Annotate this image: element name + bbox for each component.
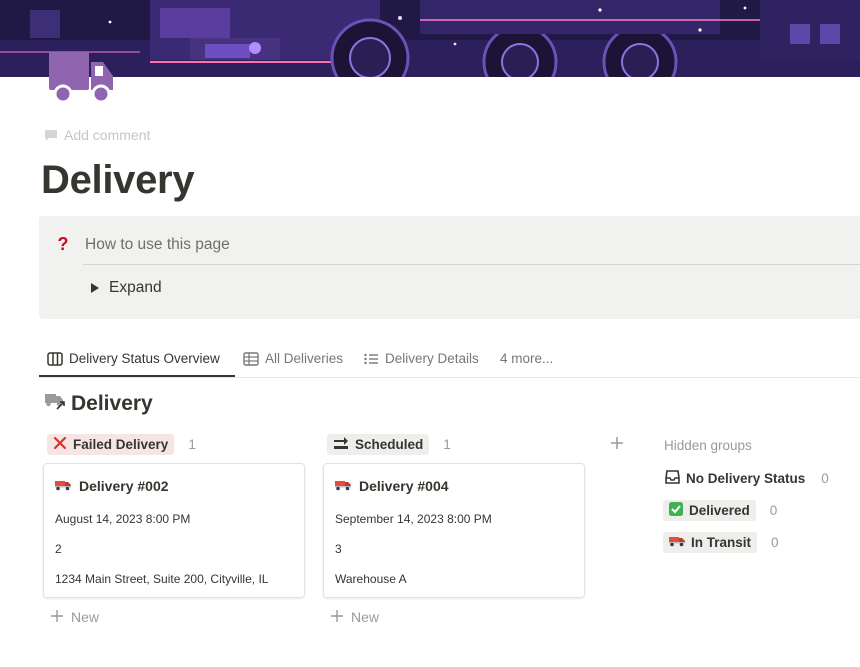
truck-emoji-icon: [335, 478, 351, 494]
add-comment-label: Add comment: [64, 127, 151, 143]
table-icon: [243, 351, 259, 366]
database-title-text: Delivery: [71, 391, 153, 415]
tab-label: Delivery Details: [385, 351, 479, 366]
hidden-groups-title: Hidden groups: [664, 438, 752, 453]
linked-truck-icon: [44, 391, 66, 416]
new-card-label: New: [351, 609, 380, 625]
group-count: 1: [443, 437, 451, 452]
group-count: 1: [188, 437, 196, 452]
comment-icon: [44, 129, 58, 142]
new-card-button[interactable]: New: [51, 609, 99, 625]
new-card-label: New: [71, 609, 100, 625]
tab-delivery-status-overview[interactable]: Delivery Status Overview: [47, 340, 220, 377]
card-title: Delivery #004: [335, 478, 449, 494]
group-header-failed-delivery[interactable]: Failed Delivery 1: [47, 434, 196, 455]
plus-icon: [51, 609, 63, 625]
check-box-icon: [669, 502, 683, 519]
new-card-button[interactable]: New: [331, 609, 379, 625]
triangle-right-icon: [91, 283, 99, 293]
group-header-scheduled[interactable]: Scheduled 1: [327, 434, 451, 455]
view-tabs: Delivery Status Overview All Deliveries …: [39, 340, 860, 378]
add-comment-button[interactable]: Add comment: [44, 127, 150, 143]
x-icon: [53, 436, 67, 453]
status-badge: Delivered: [663, 500, 756, 521]
card-title-text: Delivery #004: [359, 478, 449, 494]
status-badge: Scheduled: [327, 434, 430, 455]
callout-block: ? How to use this page Expand: [39, 216, 860, 319]
active-tab-indicator: [39, 375, 235, 377]
expand-toggle-label: Expand: [109, 279, 162, 296]
hidden-group-delivered[interactable]: Delivered 0: [663, 500, 777, 521]
tab-label: All Deliveries: [265, 351, 344, 366]
list-icon: [364, 353, 379, 365]
board-icon: [47, 351, 63, 366]
question-icon: ?: [57, 234, 69, 254]
card-title-text: Delivery #002: [79, 478, 169, 494]
hidden-group-in-transit[interactable]: In Transit 0: [663, 532, 779, 553]
inbox-icon: [665, 470, 680, 487]
add-group-button[interactable]: [608, 434, 626, 452]
card-title: Delivery #002: [55, 478, 169, 494]
tab-all-deliveries[interactable]: All Deliveries: [243, 340, 343, 377]
truck-emoji-icon: [669, 535, 685, 550]
card-quantity: 2: [55, 542, 62, 556]
callout-divider: [83, 264, 860, 265]
status-badge: No Delivery Status: [663, 468, 807, 489]
hidden-group-label: No Delivery Status: [686, 471, 806, 486]
status-badge: Failed Delivery: [47, 434, 175, 455]
status-badge-label: Failed Delivery: [73, 437, 169, 452]
card-date: August 14, 2023 8:00 PM: [55, 512, 191, 526]
cover-image: [0, 0, 860, 77]
truck-icon[interactable]: [47, 50, 115, 104]
plus-icon: [331, 609, 343, 625]
status-badge: In Transit: [663, 532, 758, 553]
card-location: Warehouse A: [335, 572, 407, 586]
page-title: Delivery: [41, 158, 195, 202]
hidden-group-label: In Transit: [691, 535, 752, 550]
soon-arrow-icon: [333, 436, 349, 453]
card-quantity: 3: [335, 542, 342, 556]
board-card[interactable]: Delivery #004 September 14, 2023 8:00 PM…: [323, 463, 585, 598]
card-date: September 14, 2023 8:00 PM: [335, 512, 492, 526]
hidden-group-no-delivery-status[interactable]: No Delivery Status 0: [663, 468, 829, 489]
tab-delivery-details[interactable]: Delivery Details: [364, 340, 479, 377]
tab-label: Delivery Status Overview: [69, 351, 220, 366]
status-badge-label: Scheduled: [355, 437, 424, 452]
hidden-group-count: 0: [769, 503, 778, 518]
plus-icon: [611, 437, 623, 449]
hidden-group-label: Delivered: [689, 503, 750, 518]
tab-label: 4 more...: [500, 351, 554, 366]
hidden-group-count: 0: [821, 471, 829, 486]
card-location: 1234 Main Street, Suite 200, Cityville, …: [55, 572, 269, 586]
hidden-group-count: 0: [771, 535, 779, 550]
expand-toggle[interactable]: Expand: [91, 279, 162, 297]
tab-more-views[interactable]: 4 more...: [500, 340, 553, 377]
board-card[interactable]: Delivery #002 August 14, 2023 8:00 PM 2 …: [43, 463, 305, 598]
truck-emoji-icon: [55, 478, 71, 494]
callout-heading: How to use this page: [85, 236, 230, 253]
database-title[interactable]: Delivery: [44, 391, 153, 416]
